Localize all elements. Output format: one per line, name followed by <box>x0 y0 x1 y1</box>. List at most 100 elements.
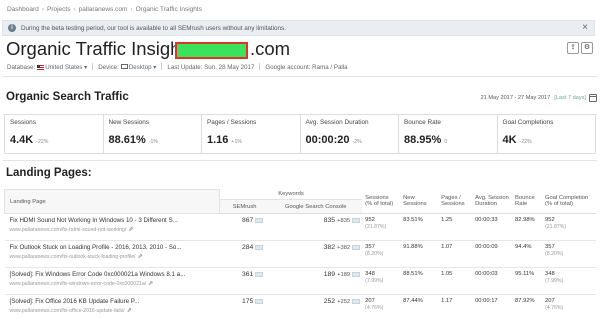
gsc-keywords: 382 +382 <box>269 240 363 268</box>
close-icon[interactable]: × <box>582 22 588 33</box>
gsc-keywords: 835 +835 <box>269 213 363 241</box>
table-row: Fix HDMI Sound Not Working In Windows 10… <box>4 213 596 241</box>
kpi-value: 88.61% -1% <box>108 134 159 146</box>
date-range[interactable]: 21 May 2017 - 27 May 2017 [Last 7 days] <box>481 95 586 101</box>
gsc-delta: +835 <box>337 218 351 224</box>
external-link-icon[interactable]: ⇗ <box>148 281 153 287</box>
landing-page-link[interactable]: Fix HDMI Sound Not Working In Windows 10… <box>10 217 178 224</box>
device-select[interactable]: Desktop <box>129 64 152 71</box>
col-pages-sessions[interactable]: Pages / Sessions <box>438 189 473 214</box>
kpi-value: 88.95% 0 <box>404 134 448 146</box>
sessions-cell: 952 (21.87%) <box>362 213 401 241</box>
gsc-delta: +382 <box>337 245 351 251</box>
col-sessions[interactable]: Sessions (% of total) <box>362 189 401 214</box>
kpi-label: Pages / Sessions <box>207 119 257 126</box>
kpi-change: +1% <box>231 139 242 145</box>
avg-duration-cell: 00:00:17 <box>472 294 513 319</box>
kpi-row: Sessions 4.4K -22% New Sessions 88.61% -1%… <box>4 114 596 154</box>
kpi-bounce-rate: Bounce Rate 88.95% 0 <box>399 115 498 153</box>
organic-traffic-title: Organic Search Traffic <box>6 91 129 103</box>
kpi-value: 4K -22% <box>502 134 532 146</box>
bounce-cell: 94.4% <box>512 240 543 268</box>
landing-page-url: www.pallaranews.com/fix-outlook-stuck-lo… <box>9 254 136 260</box>
sessions-cell: 357 (8.20%) <box>362 240 401 268</box>
kpi-avg-duration: Avg. Session Duration 00:00:20 -2% <box>301 115 399 153</box>
col-gsc[interactable]: Google Search Console <box>269 199 363 214</box>
kpi-change: -22% <box>519 139 532 145</box>
landing-page-link[interactable]: [Solved]: Fix Windows Error Code 0xc0000… <box>10 271 186 278</box>
external-link-icon[interactable]: ⇗ <box>138 254 143 260</box>
desktop-icon <box>120 64 128 69</box>
col-goal-completion[interactable]: Goal Completion (% of total) <box>542 189 596 214</box>
breadcrumb-dashboard[interactable]: Dashboard <box>7 6 39 13</box>
breadcrumb-project[interactable]: pallaranews.com <box>79 6 128 13</box>
bar-icon <box>352 245 361 250</box>
bar-icon <box>255 272 264 277</box>
col-new-sessions[interactable]: New Sessions <box>400 189 439 214</box>
bar-icon <box>352 218 361 223</box>
sessions-cell: 207 (4.76%) <box>362 294 401 319</box>
gsc-keywords: 189 +189 <box>269 267 363 295</box>
breadcrumb-projects[interactable]: Projects <box>47 6 70 13</box>
pages-cell: 1.07 <box>438 240 473 268</box>
kpi-change: 0 <box>444 139 448 145</box>
landing-page-cell: Fix Outlook Stuck on Loading Profile - 2… <box>4 240 220 268</box>
goal-cell: 207 (4.76%) <box>542 294 596 319</box>
bar-icon <box>255 245 264 250</box>
semrush-keywords: 867 <box>219 213 270 241</box>
kpi-value: 4.4K -22% <box>10 134 49 146</box>
kpi-value: 1.16 +1% <box>207 134 242 146</box>
new-sessions-cell: 88.51% <box>400 267 439 295</box>
gear-icon[interactable]: ⚙ <box>581 42 593 54</box>
semrush-keywords: 284 <box>219 240 270 268</box>
bar-icon <box>255 218 264 223</box>
banner-message: During the beta testing period, our tool… <box>21 24 286 32</box>
landing-page-url: www.pallaranews.com/fix-windows-error-co… <box>9 281 147 287</box>
landing-page-url: www.pallaranews.com/fix-office-2016-upda… <box>9 308 125 314</box>
divider <box>3 76 597 77</box>
gsc-delta: +189 <box>337 272 351 278</box>
calendar-icon[interactable] <box>589 94 597 102</box>
kpi-label: New Sessions <box>108 119 150 126</box>
divider <box>3 160 597 161</box>
landing-page-url: www.pallaranews.com/fix-hdmi-sound-not-w… <box>9 227 127 233</box>
chevron-down-icon: ▾ <box>151 64 157 71</box>
kpi-new-sessions: New Sessions 88.61% -1% <box>104 115 202 153</box>
kpi-sessions: Sessions 4.4K -22% <box>5 115 104 153</box>
kpi-change: -1% <box>148 139 159 145</box>
external-link-icon[interactable]: ⇗ <box>127 308 132 314</box>
info-icon: i <box>8 24 16 32</box>
col-semrush[interactable]: SEMrush <box>219 199 270 214</box>
landing-pages-table: Landing Page Keywords Sessions (% of tot… <box>4 189 596 319</box>
kpi-label: Bounce Rate <box>404 119 441 126</box>
kpi-change: -22% <box>36 139 49 145</box>
external-link-icon[interactable]: ⇗ <box>128 227 133 233</box>
col-landing-page[interactable]: Landing Page <box>4 189 220 214</box>
landing-page-cell: [Solved]: Fix Windows Error Code 0xc0000… <box>4 267 220 295</box>
landing-pages-title: Landing Pages: <box>6 167 92 179</box>
database-label: Database: <box>7 64 36 71</box>
landing-page-link[interactable]: Fix Outlook Stuck on Loading Profile - 2… <box>10 244 182 251</box>
col-bounce-rate[interactable]: Bounce Rate <box>512 189 543 214</box>
chevron-down-icon: ▾ <box>82 64 88 71</box>
bounce-cell: 87.92% <box>512 294 543 319</box>
sessions-cell: 348 (7.99%) <box>362 267 401 295</box>
bar-icon <box>352 299 361 304</box>
kpi-goal-completions: Goal Completions 4K -22% <box>498 115 596 153</box>
goal-cell: 357 (8.20%) <box>542 240 596 268</box>
export-icon[interactable]: ⇪ <box>567 42 579 54</box>
landing-page-link[interactable]: [Solved]: Fix Office 2016 KB Update Fail… <box>10 298 140 305</box>
new-sessions-cell: 87.44% <box>400 294 439 319</box>
redaction-box <box>175 42 248 59</box>
semrush-keywords: 175 <box>219 294 270 319</box>
kpi-label: Sessions <box>10 119 36 126</box>
meta-row: Database: United States ▾ Device: Desktop ▾… <box>7 63 348 71</box>
bounce-cell: 82.98% <box>512 213 543 241</box>
table-row: Fix Outlook Stuck on Loading Profile - 2… <box>4 240 596 268</box>
kpi-label: Goal Completions <box>502 119 554 126</box>
table-row: [Solved]: Fix Windows Error Code 0xc0000… <box>4 267 596 295</box>
col-avg-duration[interactable]: Avg. Session Duration <box>472 189 513 214</box>
beta-banner: i During the beta testing period, our to… <box>2 20 595 36</box>
gsc-keywords: 252 +252 <box>269 294 363 319</box>
database-select[interactable]: United States <box>45 64 82 71</box>
